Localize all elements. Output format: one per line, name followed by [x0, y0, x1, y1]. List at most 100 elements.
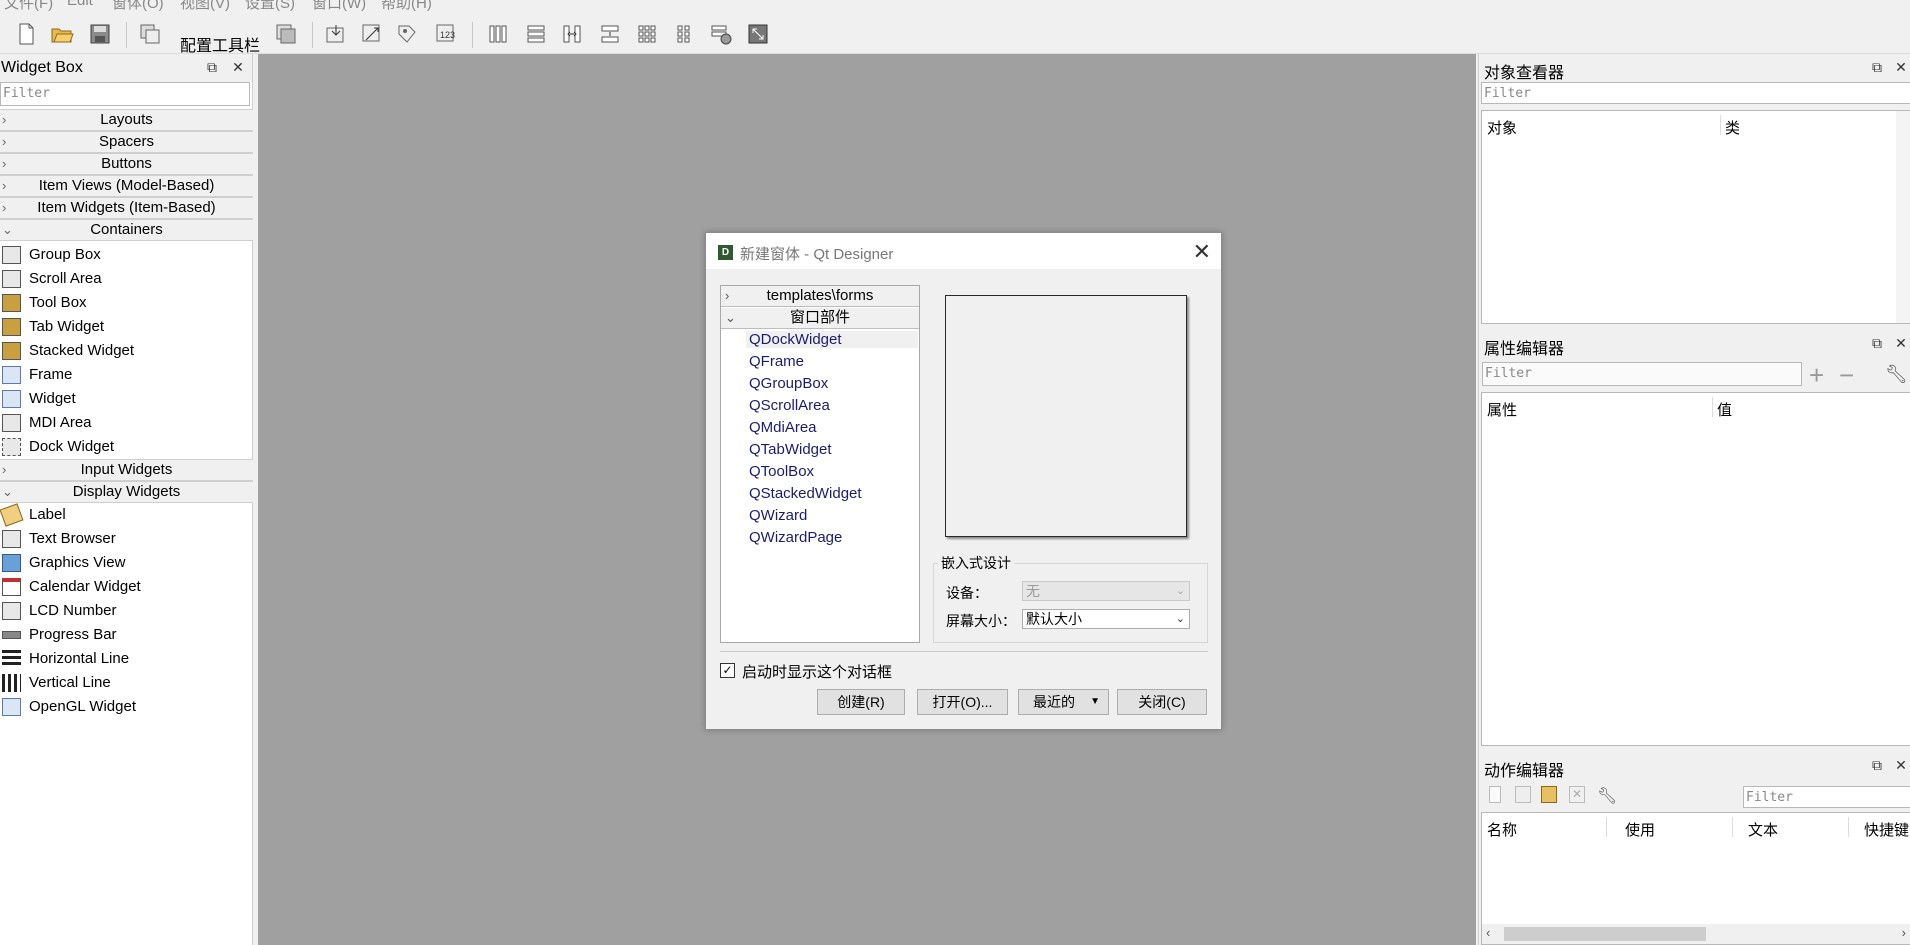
category-layouts[interactable]: › Layouts	[0, 109, 253, 131]
category-input-widgets[interactable]: › Input Widgets	[0, 459, 253, 481]
widget-item-graphics-view[interactable]: Graphics View	[0, 551, 253, 575]
float-dock-icon[interactable]: ⧉	[1869, 335, 1885, 351]
save-icon[interactable]	[86, 20, 114, 48]
widget-item-lcd-number[interactable]: LCD Number	[0, 599, 253, 623]
show-on-startup-checkbox[interactable]: ✓	[720, 663, 735, 678]
category-buttons[interactable]: › Buttons	[0, 153, 253, 175]
float-dock-icon[interactable]: ⧉	[204, 59, 220, 75]
new-file-icon[interactable]	[12, 20, 40, 48]
category-spacers[interactable]: › Spacers	[0, 131, 253, 153]
template-item-qstackedwidget[interactable]: QStackedWidget	[749, 485, 862, 502]
edit-widgets-icon[interactable]	[322, 20, 350, 48]
layout-form-icon[interactable]	[670, 20, 698, 48]
property-filter-input[interactable]: Filter	[1482, 362, 1802, 386]
close-dock-icon[interactable]: ✕	[230, 59, 246, 75]
adjust-size-icon[interactable]	[744, 20, 772, 48]
template-item-qdockwidget[interactable]: QDockWidget	[746, 331, 918, 348]
action-table-hscrollbar[interactable]: ‹ ›	[1482, 924, 1910, 944]
close-dock-icon[interactable]: ✕	[1893, 59, 1909, 75]
template-item-qscrollarea[interactable]: QScrollArea	[749, 397, 830, 414]
property-table[interactable]: 属性 值	[1481, 392, 1910, 746]
widget-item-horizontal-line[interactable]: Horizontal Line	[0, 647, 253, 671]
delete-action-icon[interactable]: ✕	[1569, 786, 1585, 803]
category-containers[interactable]: ⌄ Containers	[0, 219, 253, 241]
category-item-views[interactable]: › Item Views (Model-Based)	[0, 175, 253, 197]
scrollbar-thumb[interactable]	[1504, 927, 1706, 941]
menu-edit[interactable]: Edit	[67, 0, 93, 9]
recent-button[interactable]: 最近的 ▼	[1018, 689, 1109, 715]
add-property-icon[interactable]: +	[1809, 360, 1824, 391]
edit-signals-icon[interactable]	[358, 20, 386, 48]
widget-item-tab-widget[interactable]: Tab Widget	[0, 315, 253, 339]
object-filter-input[interactable]: Filter	[1481, 82, 1910, 104]
layout-vertical-icon[interactable]	[522, 20, 550, 48]
column-used[interactable]: 使用	[1625, 819, 1655, 840]
column-value[interactable]: 值	[1717, 399, 1732, 420]
template-category-widgets[interactable]: ⌄ 窗口部件	[721, 308, 919, 329]
action-table[interactable]: 名称 使用 文本 快捷键 ‹ ›	[1481, 812, 1910, 945]
create-button[interactable]: 创建(R)	[817, 689, 905, 715]
wrench-icon[interactable]: 🔧︎	[1885, 364, 1908, 385]
widget-item-tool-box[interactable]: Tool Box	[0, 291, 253, 315]
copy-action-icon[interactable]	[1515, 786, 1531, 803]
close-icon[interactable]: ✕	[1193, 239, 1211, 265]
float-dock-icon[interactable]: ⧉	[1869, 757, 1885, 773]
widget-item-widget[interactable]: Widget	[0, 387, 253, 411]
close-dock-icon[interactable]: ✕	[1893, 335, 1909, 351]
layout-horizontal-icon[interactable]	[484, 20, 512, 48]
object-tree-scrollbar[interactable]	[1896, 111, 1910, 323]
widget-item-opengl-widget[interactable]: OpenGL Widget	[0, 695, 253, 719]
column-object[interactable]: 对象	[1487, 117, 1517, 138]
edit-tab-order-icon[interactable]: 123	[432, 20, 460, 48]
config-toolbar-label[interactable]: 配置工具栏	[180, 32, 260, 56]
widget-item-frame[interactable]: Frame	[0, 363, 253, 387]
action-settings-wrench-icon[interactable]: 🔧︎	[1597, 786, 1617, 806]
column-text[interactable]: 文本	[1748, 819, 1778, 840]
close-button[interactable]: 关闭(C)	[1117, 689, 1207, 715]
template-item-qtoolbox[interactable]: QToolBox	[749, 463, 814, 480]
template-item-qtabwidget[interactable]: QTabWidget	[749, 441, 832, 458]
edit-buddies-icon[interactable]	[394, 20, 422, 48]
widget-item-label[interactable]: Label	[0, 503, 253, 527]
screen-size-select[interactable]: 默认大小 ⌄	[1022, 609, 1190, 629]
show-on-startup-label[interactable]: 启动时显示这个对话框	[742, 661, 892, 682]
open-button[interactable]: 打开(O)...	[917, 689, 1008, 715]
template-item-qwizard[interactable]: QWizard	[749, 507, 807, 524]
scroll-right-icon[interactable]: ›	[1902, 925, 1906, 940]
widget-item-mdi-area[interactable]: MDI Area	[0, 411, 253, 435]
widget-item-calendar-widget[interactable]: Calendar Widget	[0, 575, 253, 599]
widget-item-scroll-area[interactable]: Scroll Area	[0, 267, 253, 291]
template-item-qgroupbox[interactable]: QGroupBox	[749, 375, 828, 392]
template-category-forms[interactable]: › templates\forms	[721, 286, 919, 307]
remove-property-icon[interactable]: −	[1839, 360, 1854, 391]
break-layout-icon[interactable]	[707, 20, 735, 48]
template-item-qframe[interactable]: QFrame	[749, 353, 804, 370]
template-item-qmdiarea[interactable]: QMdiArea	[749, 419, 817, 436]
widget-item-dock-widget[interactable]: Dock Widget	[0, 435, 253, 459]
layout-h-splitter-icon[interactable]	[558, 20, 586, 48]
float-dock-icon[interactable]: ⧉	[1869, 59, 1885, 75]
layout-grid-icon[interactable]	[633, 20, 661, 48]
widget-item-stacked-widget[interactable]: Stacked Widget	[0, 339, 253, 363]
scroll-left-icon[interactable]: ‹	[1486, 925, 1490, 940]
widget-item-text-browser[interactable]: Text Browser	[0, 527, 253, 551]
action-filter-input[interactable]: Filter	[1743, 786, 1910, 808]
object-tree[interactable]: 对象 类	[1481, 110, 1910, 324]
column-shortcut[interactable]: 快捷键	[1864, 819, 1909, 840]
column-class[interactable]: 类	[1725, 117, 1740, 138]
column-property[interactable]: 属性	[1487, 399, 1517, 420]
open-folder-icon[interactable]	[48, 20, 76, 48]
widget-item-vertical-line[interactable]: Vertical Line	[0, 671, 253, 695]
category-display-widgets[interactable]: ⌄ Display Widgets	[0, 481, 253, 503]
window-icon[interactable]	[272, 20, 300, 48]
paste-action-icon[interactable]	[1541, 786, 1557, 803]
copy-window-icon[interactable]	[136, 20, 164, 48]
widget-item-progress-bar[interactable]: Progress Bar	[0, 623, 253, 647]
layout-v-splitter-icon[interactable]	[596, 20, 624, 48]
widget-item-group-box[interactable]: Group Box	[0, 243, 253, 267]
category-item-widgets[interactable]: › Item Widgets (Item-Based)	[0, 197, 253, 219]
template-item-qwizardpage[interactable]: QWizardPage	[749, 529, 842, 546]
column-name[interactable]: 名称	[1487, 819, 1517, 840]
new-action-icon[interactable]	[1489, 786, 1501, 803]
template-tree[interactable]: › templates\forms ⌄ 窗口部件 QDockWidget QFram…	[720, 285, 920, 643]
